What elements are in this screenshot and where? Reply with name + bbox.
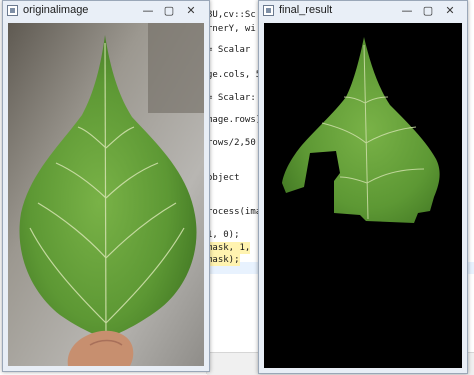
- code-line[interactable]: = Scalar: [207, 44, 250, 56]
- code-line[interactable]: mask, 1,: [207, 242, 251, 254]
- maximize-button[interactable]: ▢: [159, 3, 179, 17]
- original-image-window[interactable]: originalimage — ▢ ✕: [2, 0, 210, 372]
- code-line[interactable]: 8U,cv::Sc: [207, 9, 256, 21]
- window-app-icon: [263, 5, 274, 16]
- window-title: originalimage: [23, 4, 89, 16]
- code-line[interactable]: rnerY, wi: [207, 23, 256, 35]
- code-line[interactable]: = Scalar:: [207, 92, 256, 104]
- window-title: final_result: [279, 4, 333, 16]
- window-app-icon: [7, 5, 18, 16]
- image-canvas[interactable]: [264, 23, 462, 368]
- close-button[interactable]: ✕: [181, 3, 201, 17]
- code-line[interactable]: 1, 0);: [207, 229, 240, 241]
- minimize-button[interactable]: —: [397, 3, 417, 17]
- code-line[interactable]: rocess(ima: [207, 206, 261, 218]
- code-line[interactable]: ge.cols, 5: [207, 69, 261, 81]
- code-line[interactable]: object: [207, 172, 240, 184]
- title-bar[interactable]: originalimage — ▢ ✕: [3, 1, 209, 21]
- close-button[interactable]: ✕: [440, 3, 460, 17]
- maximize-button[interactable]: ▢: [418, 3, 438, 17]
- code-line[interactable]: mage.rows): [207, 114, 261, 126]
- leaf-photo: [8, 23, 204, 366]
- code-line[interactable]: mask);: [207, 254, 240, 266]
- segmented-leaf: [264, 23, 462, 368]
- title-bar[interactable]: final_result — ▢ ✕: [259, 1, 467, 21]
- image-canvas[interactable]: [8, 23, 204, 366]
- code-line[interactable]: rows/2,50: [207, 137, 256, 149]
- minimize-button[interactable]: —: [138, 3, 158, 17]
- final-result-window[interactable]: final_result — ▢ ✕: [258, 0, 468, 374]
